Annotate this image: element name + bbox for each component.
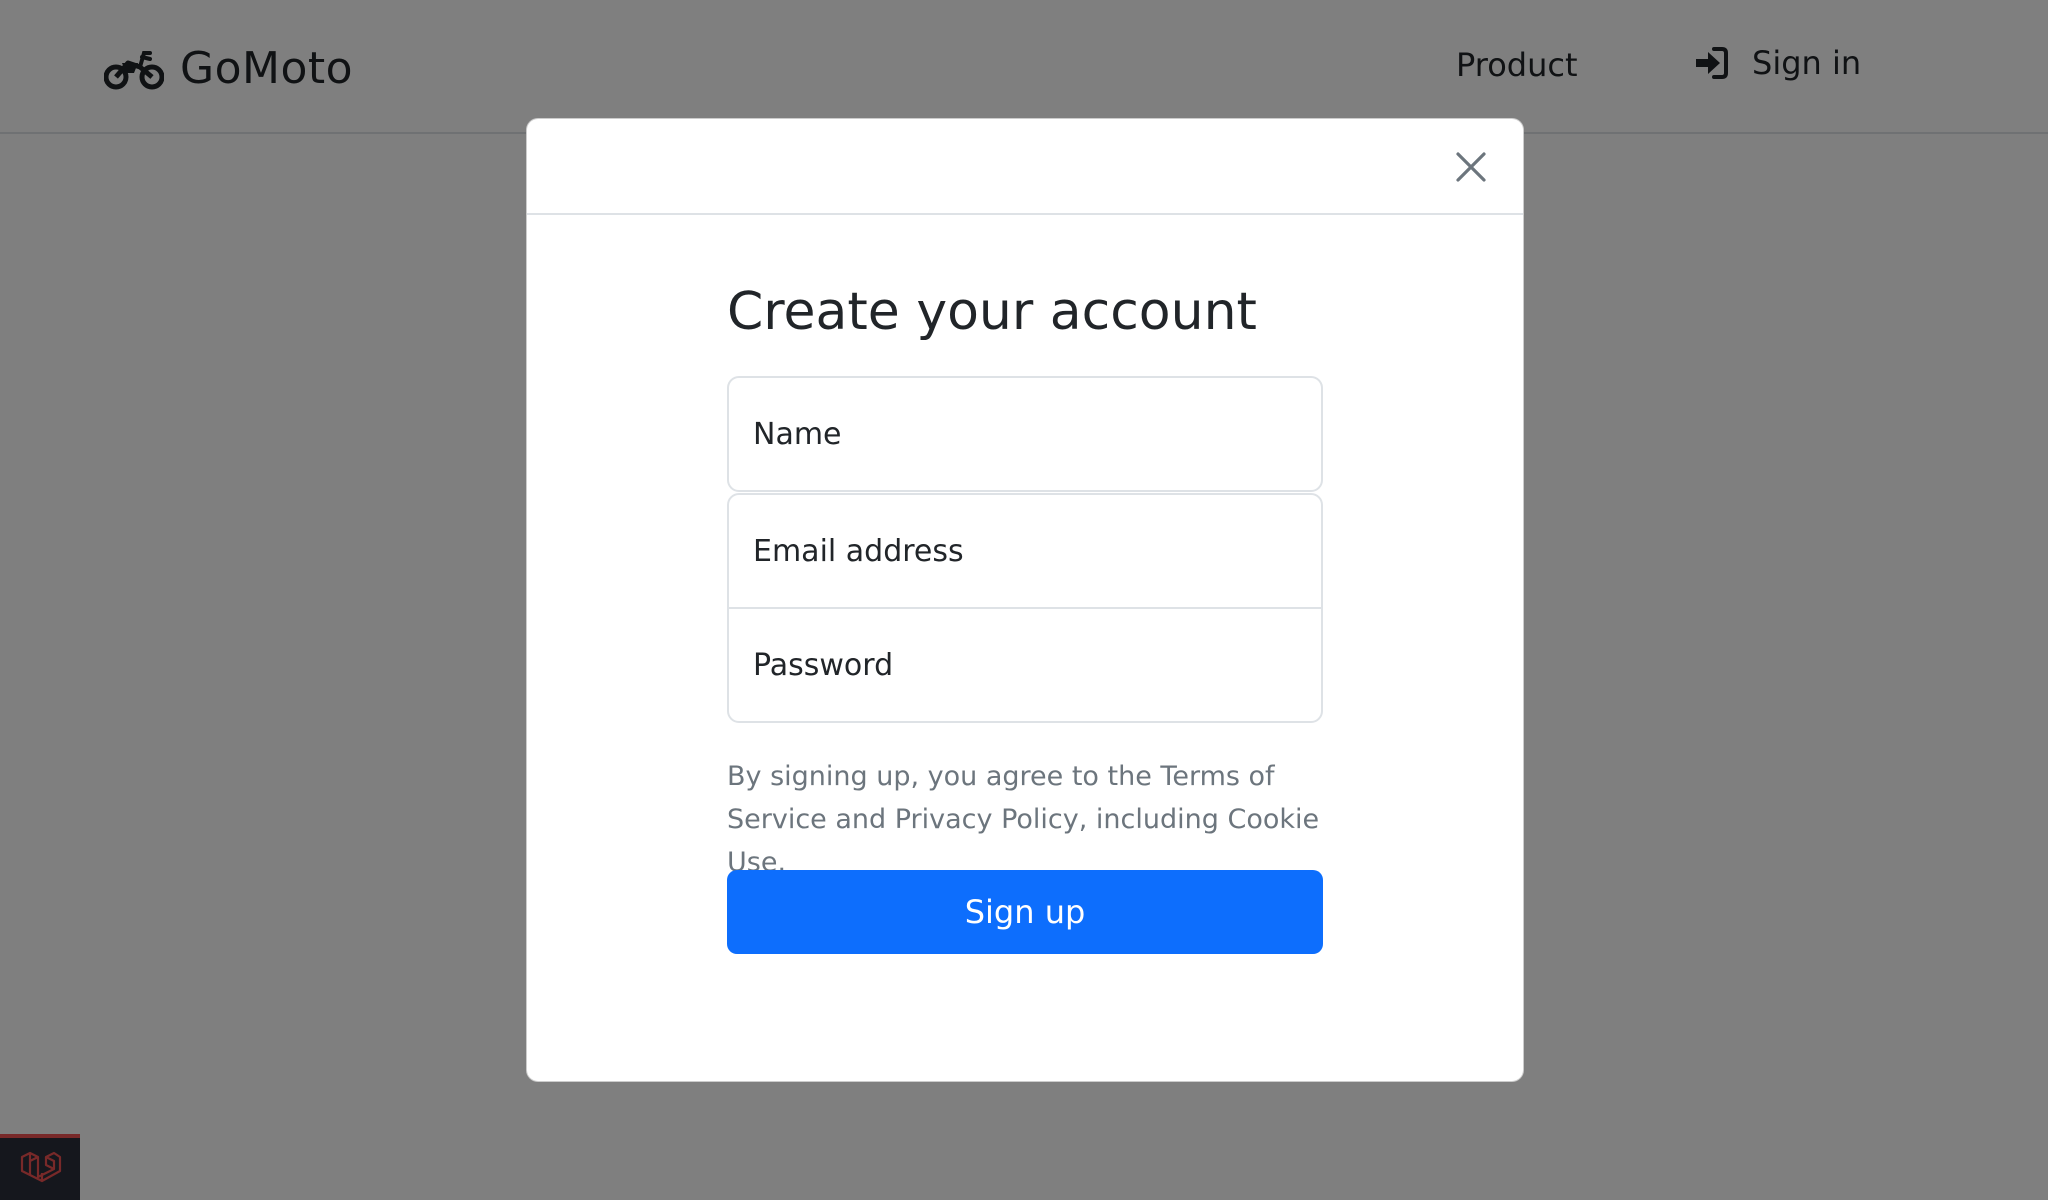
close-icon (1456, 152, 1486, 182)
close-button[interactable] (1449, 145, 1493, 189)
name-input[interactable] (727, 376, 1323, 492)
email-input[interactable] (727, 493, 1323, 609)
password-input[interactable] (727, 607, 1323, 723)
terms-text: By signing up, you agree to the Terms of… (727, 761, 1320, 878)
signup-button[interactable]: Sign up (727, 870, 1323, 954)
signup-modal: Create your account By signing up, you a… (526, 118, 1524, 1082)
modal-title: Create your account (727, 282, 1257, 342)
modal-header (527, 119, 1523, 215)
